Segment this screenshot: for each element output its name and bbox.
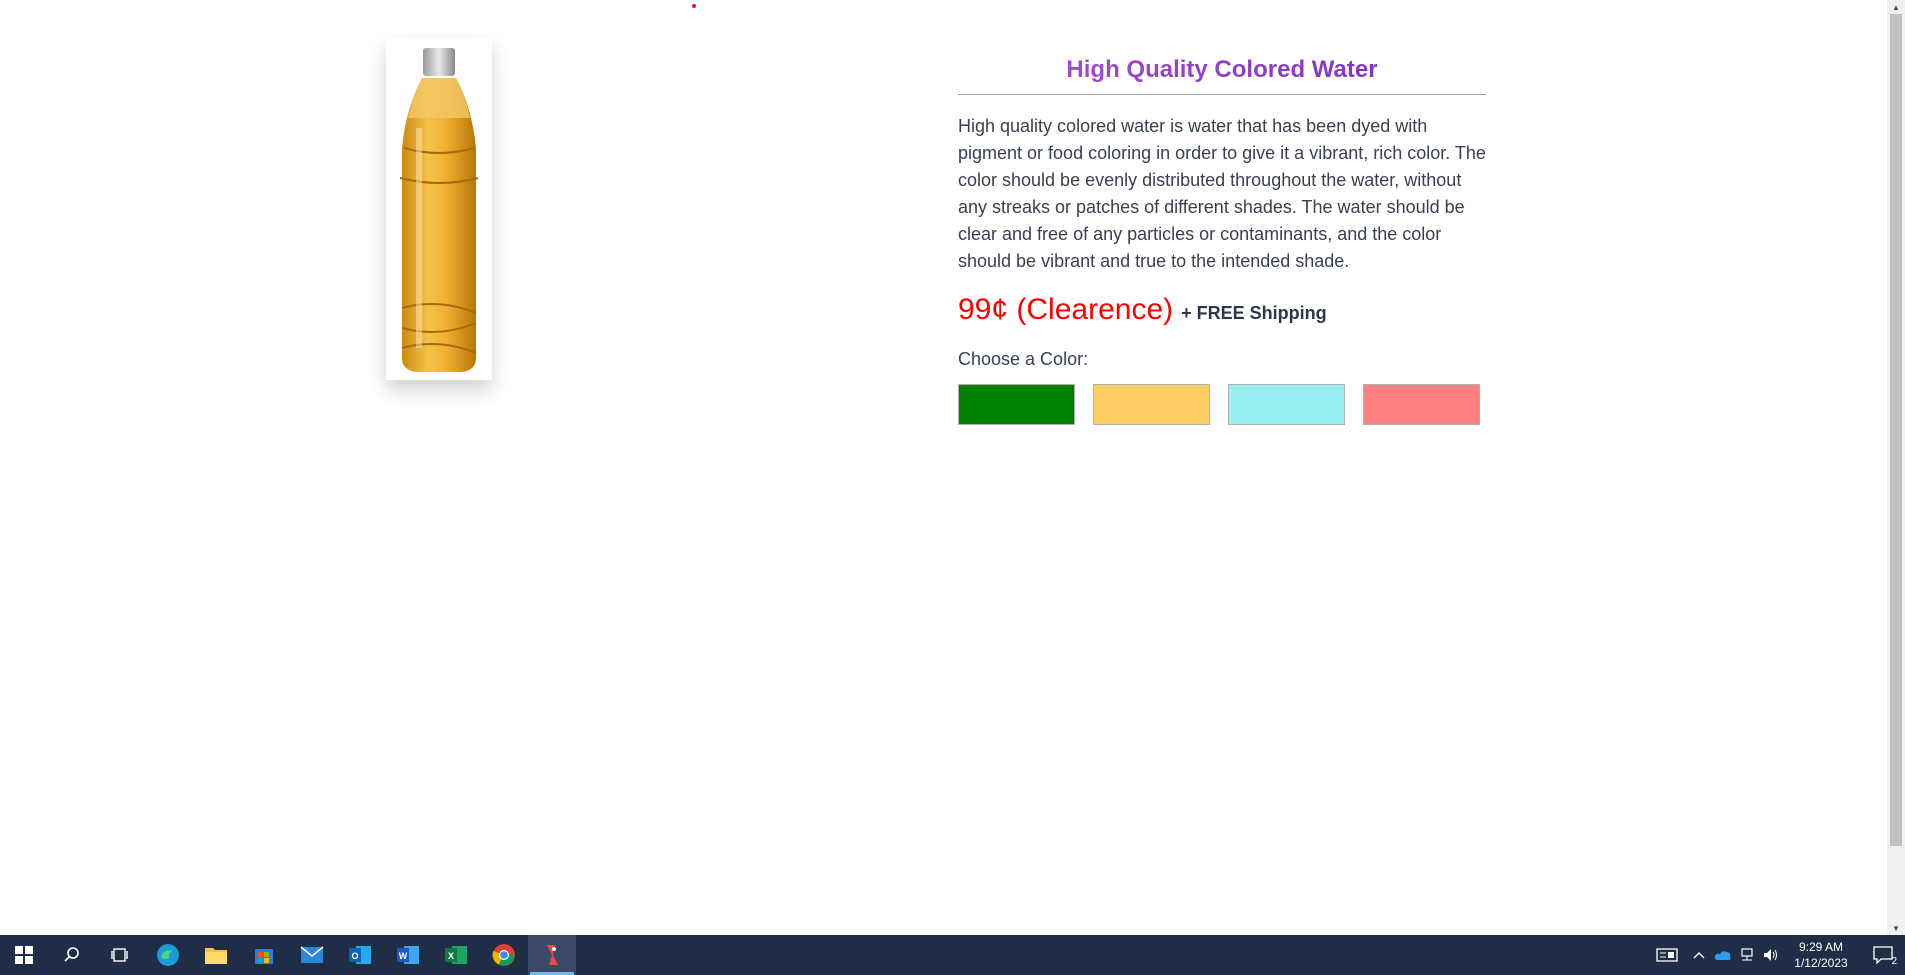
color-label: Choose a Color: (958, 349, 1089, 369)
volume-icon[interactable] (1759, 935, 1783, 975)
bottle-image (399, 48, 479, 372)
clock-time: 9:29 AM (1798, 940, 1844, 954)
page-viewport: High Quality Colored Water High quality … (0, 0, 1887, 935)
title-divider (958, 94, 1486, 95)
system-tray: 9:29 AM 1/12/2023 2 (1647, 935, 1905, 975)
notification-count: 2 (1891, 956, 1897, 967)
product-description: High quality colored water is water that… (958, 116, 1486, 271)
vertical-scrollbar[interactable]: ▲ ▼ (1887, 0, 1905, 935)
start-icon[interactable] (0, 935, 48, 975)
scroll-up-icon[interactable]: ▲ (1887, 0, 1905, 14)
task-view-icon[interactable] (96, 935, 144, 975)
network-icon[interactable] (1735, 935, 1759, 975)
notification-icon[interactable]: 2 (1861, 935, 1905, 975)
search-icon[interactable] (48, 935, 96, 975)
swatch-orange[interactable] (1093, 384, 1210, 425)
edge-icon[interactable] (144, 935, 192, 975)
chrome-icon[interactable] (480, 935, 528, 975)
clock[interactable]: 9:29 AM 1/12/2023 (1791, 939, 1851, 971)
onedrive-icon[interactable] (1711, 935, 1735, 975)
chevron-up-icon[interactable] (1687, 935, 1711, 975)
red-dot-marker (692, 4, 696, 8)
product-price: 99¢ (Clearence) (958, 293, 1174, 326)
word-icon[interactable]: W (384, 935, 432, 975)
mail-icon[interactable] (288, 935, 336, 975)
scroll-thumb[interactable] (1890, 14, 1902, 846)
excel-icon[interactable]: X (432, 935, 480, 975)
product-details: High Quality Colored Water High quality … (958, 48, 1486, 425)
svg-text:O: O (351, 951, 358, 961)
shipping-note: + FREE Shipping (1181, 303, 1327, 323)
app-icon[interactable] (528, 935, 576, 975)
product-title: High Quality Colored Water (958, 54, 1486, 86)
swatch-cyan[interactable] (1228, 384, 1345, 425)
svg-text:X: X (448, 951, 454, 961)
file-explorer-icon[interactable] (192, 935, 240, 975)
clock-date: 1/12/2023 (1794, 956, 1848, 970)
outlook-icon[interactable]: O (336, 935, 384, 975)
swatch-pink[interactable] (1363, 384, 1480, 425)
store-icon[interactable] (240, 935, 288, 975)
price-line: 99¢ (Clearence) + FREE Shipping (958, 293, 1486, 327)
taskbar: O W X 9:29 AM 1/12/2023 2 (0, 935, 1905, 975)
scroll-down-icon[interactable]: ▼ (1887, 921, 1905, 935)
svg-text:W: W (399, 951, 408, 961)
news-icon[interactable] (1647, 935, 1687, 975)
swatch-green[interactable] (958, 384, 1075, 425)
color-swatches (958, 384, 1486, 425)
product-image (386, 38, 492, 380)
